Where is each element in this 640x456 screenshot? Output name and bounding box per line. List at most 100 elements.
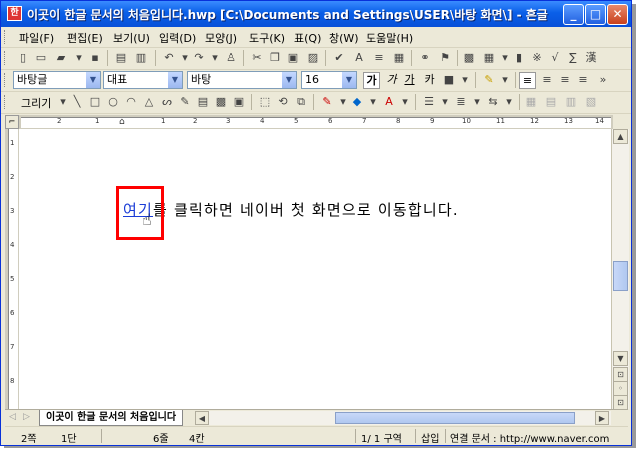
chart-icon[interactable]: ▮ [511, 50, 527, 66]
image-icon[interactable]: ▩ [213, 94, 229, 110]
horizontal-scroll-thumb[interactable] [335, 412, 575, 424]
undo-icon[interactable]: ↶ [161, 50, 177, 66]
font-size-select[interactable]: 16 ▼ [301, 71, 357, 89]
italic-button[interactable]: 가 [383, 72, 400, 89]
line-width-icon[interactable]: ≣ [453, 94, 469, 110]
open-folder-icon[interactable]: ▰ [53, 50, 69, 66]
menu-insert[interactable]: 입력(D) [159, 30, 196, 46]
text-color-dropdown-icon[interactable]: ▾ [457, 72, 473, 88]
print-preview-icon[interactable]: ▥ [133, 50, 149, 66]
rectangle-icon[interactable]: □ [87, 94, 103, 110]
scroll-right-button[interactable]: ▶ [595, 411, 609, 425]
title-bar[interactable]: 한 이곳이 한글 문서의 처음입니다.hwp [C:\Documents and… [1, 1, 631, 27]
format-painter-icon[interactable]: ▨ [305, 50, 321, 66]
menu-help[interactable]: 도움말(H) [366, 30, 413, 46]
menu-window[interactable]: 창(W) [329, 30, 359, 46]
spellcheck-icon[interactable]: ✔ [331, 50, 347, 66]
scroll-left-button[interactable]: ◀ [195, 411, 209, 425]
fill-color-dropdown-icon[interactable]: ▾ [365, 94, 381, 110]
horizontal-scrollbar[interactable]: ◀ ▶ [195, 411, 611, 425]
order-back-icon[interactable]: ▥ [563, 94, 579, 110]
status-insert-mode[interactable]: 삽입 [421, 430, 439, 445]
menu-tools[interactable]: 도구(K) [249, 30, 285, 46]
style-icon[interactable]: ▦ [391, 50, 407, 66]
vertical-ruler[interactable]: 1 2 3 4 5 6 7 8 [8, 129, 18, 409]
pen-icon[interactable]: ✎ [177, 94, 193, 110]
vertical-scrollbar[interactable]: ▲ ▼ ⊡ ◦ ⊡ [611, 129, 629, 410]
underline-button[interactable]: 가 [401, 72, 418, 89]
tab-next-icon[interactable]: ▷ [23, 412, 30, 422]
highlight-dropdown-icon[interactable]: ▾ [497, 72, 513, 88]
chevron-down-icon[interactable]: ▼ [342, 72, 356, 88]
scroll-up-button[interactable]: ▲ [613, 129, 628, 144]
para-shape-icon[interactable]: ≡ [371, 50, 387, 66]
strike-button[interactable]: 카 [421, 72, 438, 89]
chevron-down-icon[interactable]: ▼ [282, 72, 296, 88]
hanja-icon[interactable]: 漢 [583, 50, 599, 66]
textbox-icon[interactable]: ▤ [195, 94, 211, 110]
align-center-icon[interactable]: ≡ [557, 72, 573, 88]
table-icon[interactable]: ▦ [481, 50, 497, 66]
horizontal-ruler[interactable]: 2 1 ⌂ 1 2 3 4 5 6 7 8 9 10 11 12 13 14 [21, 117, 611, 128]
font-color-icon[interactable]: A [381, 94, 397, 110]
bookmark-icon[interactable]: ⚑ [437, 50, 453, 66]
arrow-style-dropdown-icon[interactable]: ▾ [501, 94, 517, 110]
text-color-icon[interactable]: ■ [441, 72, 457, 88]
select-object-icon[interactable]: ⬚ [257, 94, 273, 110]
line-style-dropdown-icon[interactable]: ▾ [437, 94, 453, 110]
align-left-icon[interactable]: ≡ [539, 72, 555, 88]
group-icon[interactable]: ⧉ [293, 94, 309, 110]
picture-icon[interactable]: ▩ [461, 50, 477, 66]
more-icon[interactable]: » [595, 72, 611, 88]
open-icon[interactable]: ▭ [33, 50, 49, 66]
redo-dropdown-icon[interactable]: ▾ [207, 50, 223, 66]
tab-prev-icon[interactable]: ◁ [9, 412, 16, 422]
find-icon[interactable]: ♙ [223, 50, 239, 66]
document-editing-area[interactable]: 여기를 클릭하면 네이버 첫 화면으로 이동합니다. [19, 129, 611, 409]
ellipse-icon[interactable]: ○ [105, 94, 121, 110]
vertical-scroll-thumb[interactable] [613, 261, 628, 291]
print-icon[interactable]: ▤ [113, 50, 129, 66]
align-right-icon[interactable]: ≡ [575, 72, 591, 88]
redo-icon[interactable]: ↷ [191, 50, 207, 66]
document-paragraph[interactable]: 여기를 클릭하면 네이버 첫 화면으로 이동합니다. [123, 199, 459, 220]
drawing-menu[interactable]: 그리기 [21, 95, 51, 111]
rotate-icon[interactable]: ⟲ [275, 94, 291, 110]
page-down-button[interactable]: ⊡ [613, 395, 628, 410]
char-shape-icon[interactable]: A [351, 50, 367, 66]
line-style-icon[interactable]: ☰ [421, 94, 437, 110]
menu-edit[interactable]: 편집(E) [67, 30, 103, 46]
menu-format[interactable]: 모양(J) [205, 30, 237, 46]
distribute-icon[interactable]: ▧ [583, 94, 599, 110]
menu-grip[interactable] [4, 30, 8, 44]
arrow-style-icon[interactable]: ⇆ [485, 94, 501, 110]
tab-document[interactable]: 이곳이 한글 문서의 처음입니다 [39, 410, 184, 426]
menu-view[interactable]: 보기(U) [113, 30, 150, 46]
hwp-app-icon[interactable]: 한 [7, 6, 22, 21]
hyperlink-icon[interactable]: ⚭ [417, 50, 433, 66]
paste-icon[interactable]: ▣ [285, 50, 301, 66]
bold-button[interactable]: 가 [363, 72, 380, 89]
save-icon[interactable]: ▪ [87, 50, 103, 66]
copy-icon[interactable]: ❐ [267, 50, 283, 66]
fill-color-icon[interactable]: ◆ [349, 94, 365, 110]
close-button[interactable]: ✕ [607, 4, 628, 25]
curve-icon[interactable]: ᔕ [159, 94, 175, 110]
order-front-icon[interactable]: ▤ [543, 94, 559, 110]
page-select-button[interactable]: ◦ [613, 381, 628, 396]
font-color-dropdown-icon[interactable]: ▾ [397, 94, 413, 110]
line-width-dropdown-icon[interactable]: ▾ [469, 94, 485, 110]
cut-icon[interactable]: ✂ [249, 50, 265, 66]
symbol-icon[interactable]: ※ [529, 50, 545, 66]
dropdown-arrow-icon[interactable]: ▾ [71, 50, 87, 66]
line-color-icon[interactable]: ✎ [319, 94, 335, 110]
align-object-icon[interactable]: ▦ [523, 94, 539, 110]
style-select[interactable]: 바탕글 ▼ [13, 71, 101, 89]
formula-icon[interactable]: √ [547, 50, 563, 66]
chevron-down-icon[interactable]: ▼ [86, 72, 100, 88]
ruler-corner-button[interactable]: ⌐ [5, 115, 19, 129]
align-justify-button[interactable]: ≡ [519, 72, 536, 89]
highlight-icon[interactable]: ✎ [481, 72, 497, 88]
polygon-icon[interactable]: △ [141, 94, 157, 110]
scroll-down-button[interactable]: ▼ [613, 351, 628, 366]
